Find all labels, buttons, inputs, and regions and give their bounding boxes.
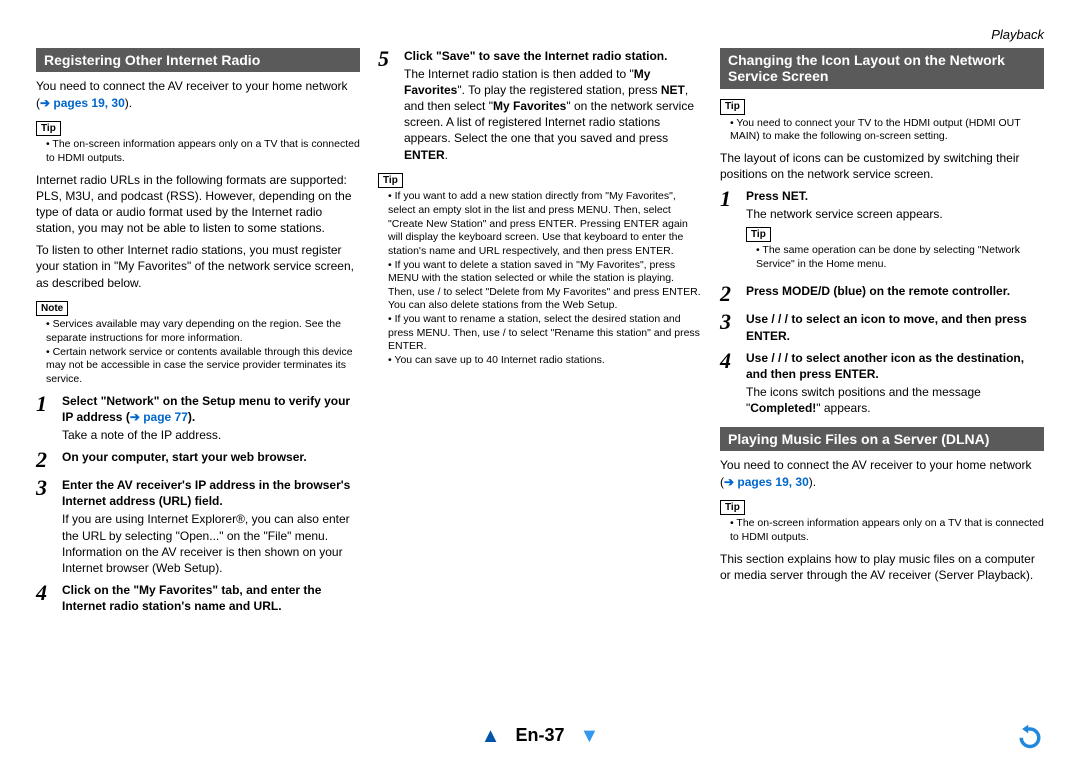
next-page-icon[interactable]: ▼ [580, 725, 600, 747]
section-heading-dlna: Playing Music Files on a Server (DLNA) [720, 427, 1044, 452]
tip-list: The on-screen information appears only o… [36, 138, 360, 165]
step-desc: The icons switch positions and the messa… [746, 384, 1044, 416]
step-3: 3 Enter the AV receiver's IP address in … [36, 477, 360, 576]
note-label: Note [36, 301, 68, 317]
step-desc: Take a note of the IP address. [62, 427, 360, 443]
column-1: Registering Other Internet Radio You nee… [36, 48, 360, 621]
step-desc: If you are using Internet Explorer®, you… [62, 511, 360, 576]
tip-label: Tip [378, 173, 403, 189]
column-2: 5 Click "Save" to save the Internet radi… [378, 48, 702, 621]
note-item: Certain network service or contents avai… [46, 346, 360, 387]
body-text: This section explains how to play music … [720, 551, 1044, 583]
step-title: Click "Save" to save the Internet radio … [404, 48, 702, 64]
note-list: Services available may vary depending on… [36, 318, 360, 386]
step-title: Press NET. [746, 188, 1044, 204]
prev-page-icon[interactable]: ▲ [481, 725, 501, 747]
step-title: Enter the AV receiver's IP address in th… [62, 477, 360, 509]
step-title: Use / / / to select an icon to move, and… [746, 311, 1044, 343]
step-number: 4 [36, 582, 54, 614]
step-title: Click on the "My Favorites" tab, and ent… [62, 582, 360, 614]
tip-label: Tip [36, 121, 61, 137]
column-3: Changing the Icon Layout on the Network … [720, 48, 1044, 621]
section-heading-icon-layout: Changing the Icon Layout on the Network … [720, 48, 1044, 90]
step-desc: The Internet radio station is then added… [404, 66, 702, 163]
intro-text: You need to connect the AV receiver to y… [36, 78, 360, 110]
step-5: 5 Click "Save" to save the Internet radi… [378, 48, 702, 163]
step-number: 1 [720, 188, 738, 277]
tip-item: If you want to add a new station directl… [388, 190, 702, 258]
tip-list: You need to connect your TV to the HDMI … [720, 117, 1044, 144]
step-number: 3 [36, 477, 54, 576]
step-title: Select "Network" on the Setup menu to ve… [62, 393, 360, 425]
section-heading-registering: Registering Other Internet Radio [36, 48, 360, 73]
tip-label: Tip [720, 500, 745, 516]
note-item: Services available may vary depending on… [46, 318, 360, 345]
link-page-77[interactable]: ➔ page 77 [130, 410, 188, 424]
page-number: En-37 [515, 725, 564, 745]
step-number: 2 [36, 449, 54, 471]
tip-item: The same operation can be done by select… [756, 244, 1044, 271]
step-number: 4 [720, 350, 738, 417]
step-4c: 4 Use / / / to select another icon as th… [720, 350, 1044, 417]
breadcrumb: Playback [36, 26, 1044, 44]
body-text: The layout of icons can be customized by… [720, 150, 1044, 182]
tip-list: The same operation can be done by select… [746, 244, 1044, 271]
tip-item: If you want to delete a station saved in… [388, 259, 702, 314]
step-4: 4 Click on the "My Favorites" tab, and e… [36, 582, 360, 614]
step-number: 1 [36, 393, 54, 444]
step-1c: 1 Press NET. The network service screen … [720, 188, 1044, 277]
step-number: 2 [720, 283, 738, 305]
body-text: You need to connect the AV receiver to y… [720, 457, 1044, 489]
tip-label: Tip [720, 99, 745, 115]
return-icon[interactable] [1016, 722, 1044, 750]
tip-label: Tip [746, 227, 771, 243]
step-2c: 2 Press MODE/D (blue) on the remote cont… [720, 283, 1044, 305]
step-2: 2 On your computer, start your web brows… [36, 449, 360, 471]
link-pages-19-30[interactable]: ➔ pages 19, 30 [40, 96, 125, 110]
tip-list: If you want to add a new station directl… [378, 190, 702, 367]
link-pages-19-30-b[interactable]: ➔ pages 19, 30 [724, 475, 809, 489]
step-desc: The network service screen appears. [746, 206, 1044, 222]
step-number: 5 [378, 48, 396, 163]
tip-item: You can save up to 40 Internet radio sta… [388, 354, 702, 368]
tip-list: The on-screen information appears only o… [720, 517, 1044, 544]
step-title: Press MODE/D (blue) on the remote contro… [746, 283, 1044, 299]
body-text: Internet radio URLs in the following for… [36, 172, 360, 237]
step-number: 3 [720, 311, 738, 343]
body-text: To listen to other Internet radio statio… [36, 242, 360, 291]
tip-item: The on-screen information appears only o… [46, 138, 360, 165]
step-3c: 3 Use / / / to select an icon to move, a… [720, 311, 1044, 343]
tip-item: If you want to rename a station, select … [388, 313, 702, 354]
tip-item: You need to connect your TV to the HDMI … [730, 117, 1044, 144]
page-footer: ▲ En-37 ▼ [0, 723, 1080, 750]
step-title: Use / / / to select another icon as the … [746, 350, 1044, 382]
step-title: On your computer, start your web browser… [62, 449, 360, 465]
tip-item: The on-screen information appears only o… [730, 517, 1044, 544]
step-1: 1 Select "Network" on the Setup menu to … [36, 393, 360, 444]
